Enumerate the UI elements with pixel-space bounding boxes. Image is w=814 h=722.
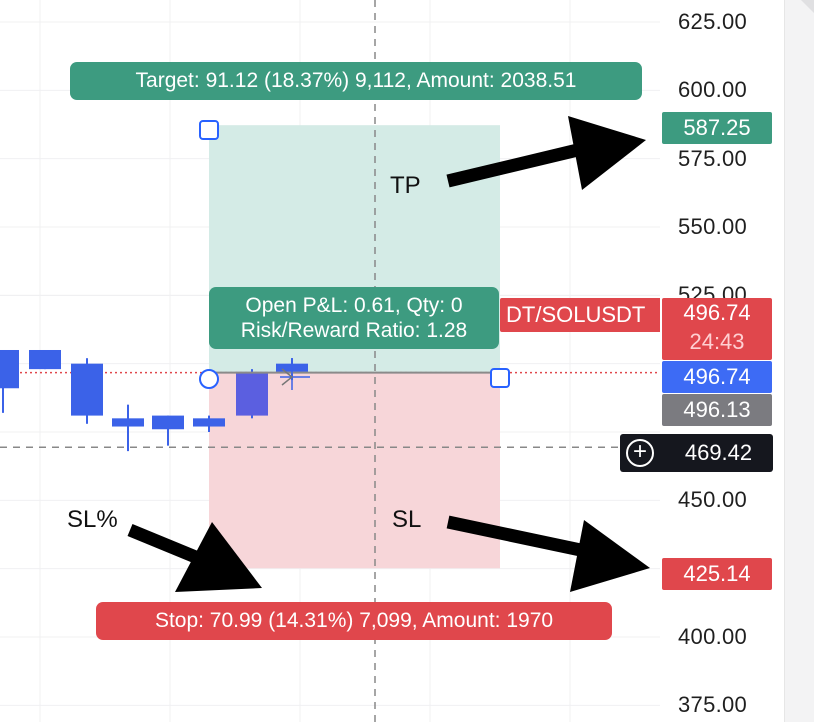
entry-handle-right[interactable] bbox=[490, 368, 510, 388]
price-tick-label: 375.00 bbox=[678, 692, 748, 718]
target-handle[interactable] bbox=[199, 120, 219, 140]
add-alert-icon[interactable]: + bbox=[626, 439, 654, 467]
scroll-corner bbox=[801, 0, 814, 14]
candle-body bbox=[236, 371, 268, 416]
chart-pane[interactable]: Target: 91.12 (18.37%) 9,112, Amount: 20… bbox=[0, 0, 660, 722]
candle-body bbox=[71, 363, 103, 416]
sl-arrow-head bbox=[570, 520, 650, 592]
tp-arrow-head bbox=[568, 116, 646, 190]
candle-body bbox=[29, 349, 61, 370]
risk-reward-text: Risk/Reward Ratio: 1.28 bbox=[240, 319, 468, 342]
entry-handle-left[interactable] bbox=[199, 369, 219, 389]
sl-percent-annotation: SL% bbox=[67, 506, 118, 533]
crosshair-price-badge: + 469.42 bbox=[620, 434, 773, 472]
stop-label: Stop: 70.99 (14.31%) 7,099, Amount: 1970 bbox=[96, 602, 612, 640]
last-price-text: 496.74 bbox=[683, 300, 751, 325]
last-price-badge: 496.74 24:43 bbox=[662, 298, 772, 360]
price-tick-label: 625.00 bbox=[678, 9, 748, 34]
candle-body bbox=[112, 418, 144, 427]
candle-body bbox=[193, 418, 225, 427]
sl-price-badge: 425.14 bbox=[662, 558, 772, 590]
price-tick-label: 600.00 bbox=[678, 77, 748, 103]
price-tick-label: 575.00 bbox=[678, 145, 748, 171]
grey-price-badge: 496.13 bbox=[662, 394, 772, 426]
candle-body bbox=[0, 349, 19, 389]
pnl-label: Open P&L: 0.61, Qty: 0 Risk/Reward Ratio… bbox=[209, 287, 499, 349]
tp-price-badge: 587.25 bbox=[662, 112, 772, 144]
countdown-text: 24:43 bbox=[689, 329, 745, 354]
sl-annotation: SL bbox=[392, 506, 422, 533]
price-tick-label: 450.00 bbox=[678, 487, 748, 513]
price-tick-label: 400.00 bbox=[678, 623, 748, 649]
open-pnl-text: Open P&L: 0.61, Qty: 0 bbox=[245, 294, 463, 317]
tp-annotation: TP bbox=[390, 172, 421, 199]
candle-body bbox=[152, 415, 184, 430]
price-tick-label: 550.00 bbox=[678, 213, 748, 239]
crosshair-price-text: 469.42 bbox=[684, 440, 753, 465]
symbol-label: DT/SOLUSDT bbox=[500, 298, 660, 332]
target-label: Target: 91.12 (18.37%) 9,112, Amount: 20… bbox=[70, 62, 642, 100]
entry-price-badge: 496.74 bbox=[662, 361, 772, 393]
right-scrollbar[interactable] bbox=[784, 0, 814, 722]
